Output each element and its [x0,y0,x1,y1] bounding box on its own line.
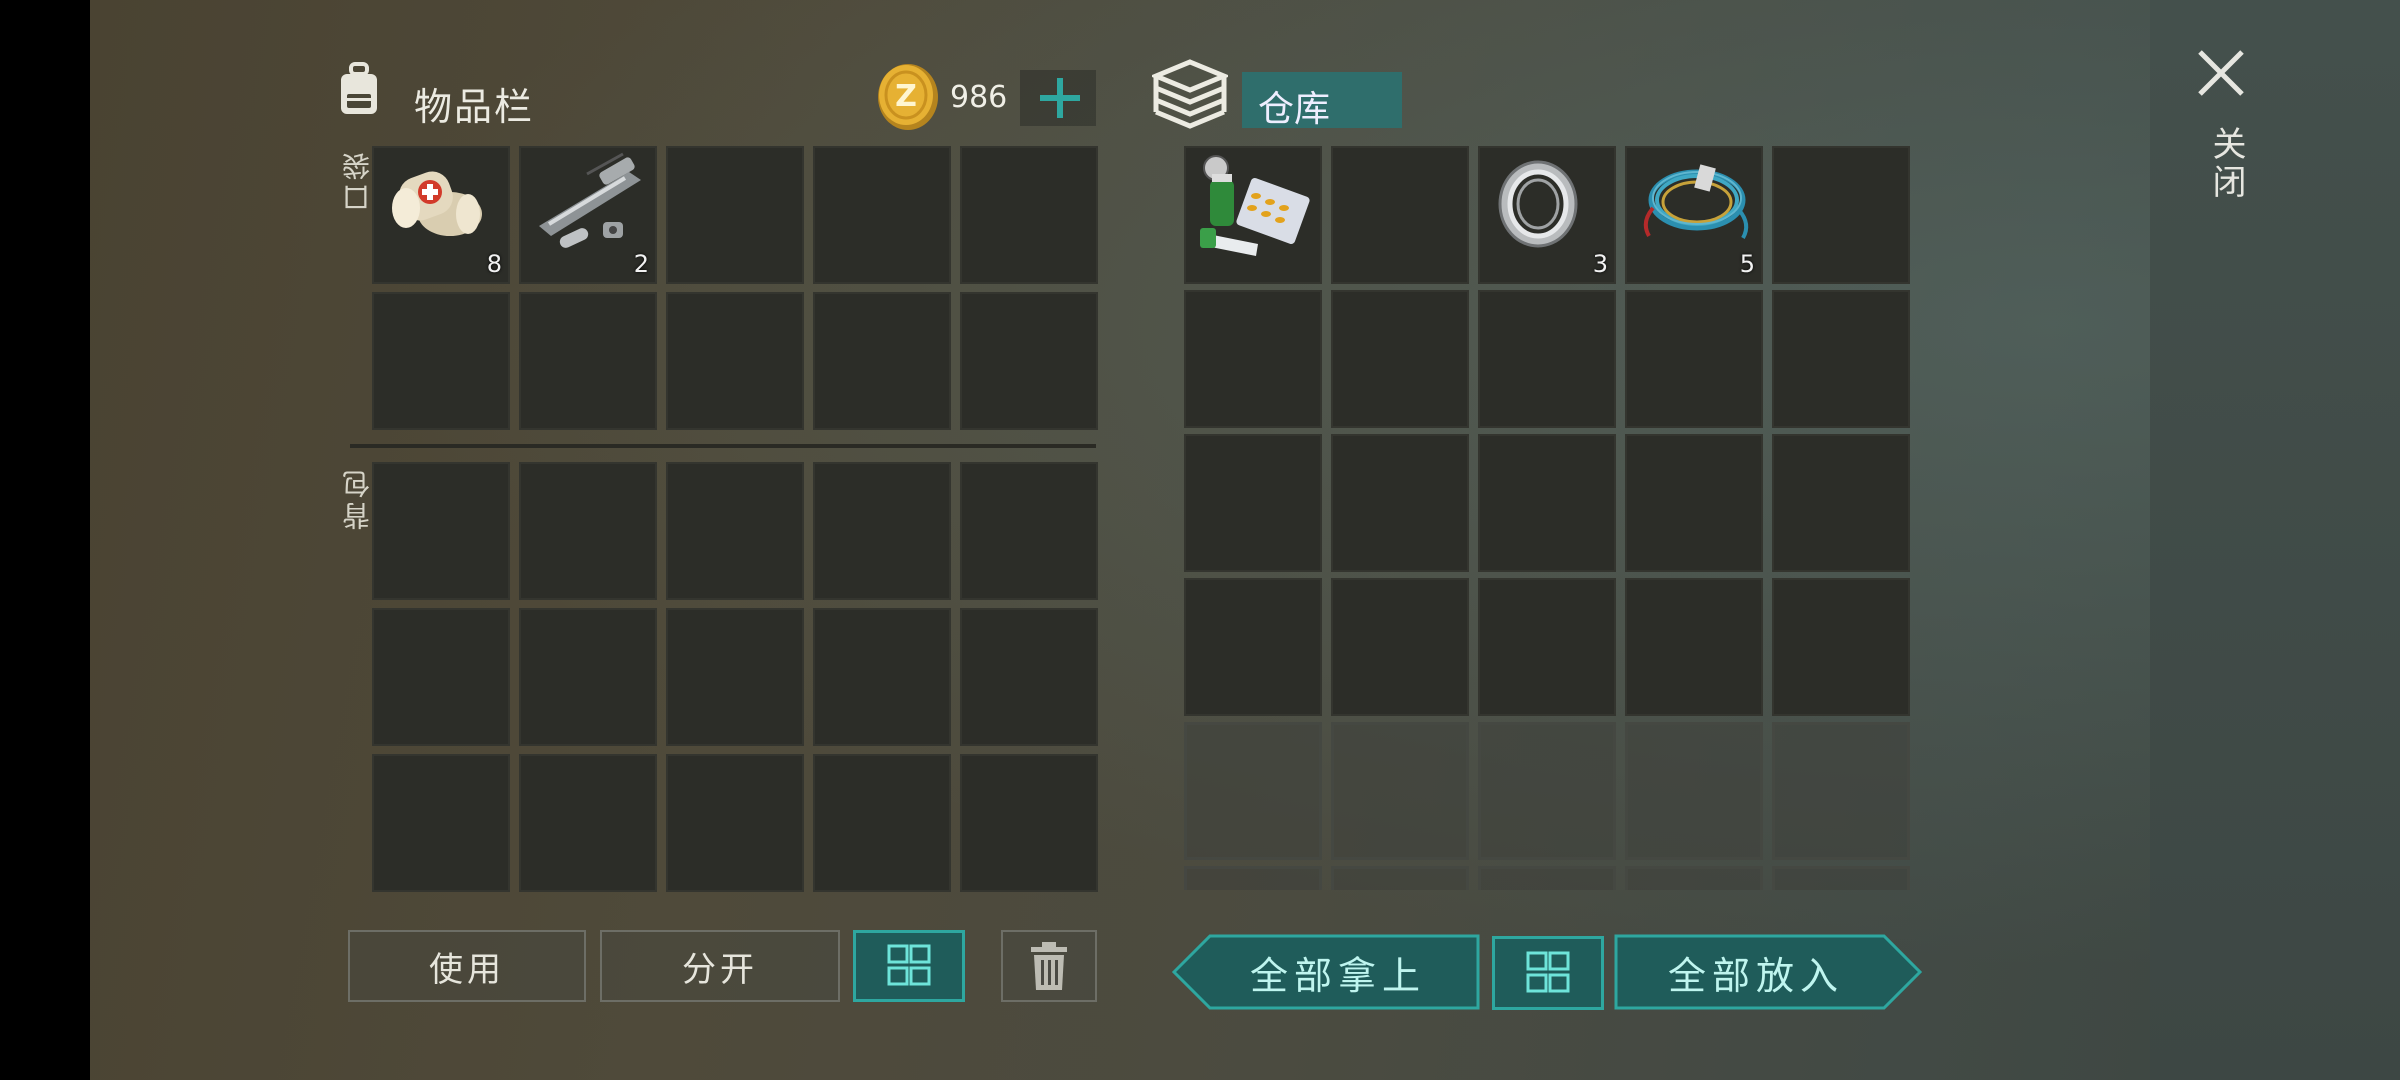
item-count: 3 [1592,250,1608,278]
inventory-slot[interactable] [1184,722,1322,860]
item-slot-weapon-parts[interactable]: 2 [519,146,657,284]
inventory-slot[interactable] [372,292,510,430]
inventory-slot[interactable] [1478,866,1616,890]
coin-icon: Z [876,62,940,132]
inventory-slot[interactable] [1625,434,1763,572]
backpack-icon [338,62,380,118]
inventory-slot[interactable] [960,462,1098,600]
inventory-slot[interactable] [1772,434,1910,572]
inventory-slot[interactable] [666,754,804,892]
inventory-slot[interactable] [960,754,1098,892]
inventory-slot[interactable] [1772,290,1910,428]
pocket-backpack-divider [350,444,1096,448]
inventory-slot[interactable] [1184,866,1322,890]
inventory-slot[interactable] [1331,290,1469,428]
inventory-slot[interactable] [1772,578,1910,716]
inventory-slot[interactable] [1184,434,1322,572]
bandage-icon [382,152,492,256]
coin-count: 986 [950,80,1008,115]
inventory-slot[interactable] [1331,578,1469,716]
plus-icon [1040,78,1080,118]
inventory-slot[interactable] [1184,290,1322,428]
inventory-slot[interactable] [519,754,657,892]
inventory-slot[interactable] [813,292,951,430]
item-slot-bearing[interactable]: 3 [1478,146,1616,284]
inventory-slot[interactable] [960,146,1098,284]
inventory-slot[interactable] [1772,866,1910,890]
inventory-slot[interactable] [1772,722,1910,860]
inventory-slot[interactable] [813,754,951,892]
close-label: 关闭 [2206,126,2246,202]
storage-title-tab[interactable]: 仓库 [1242,72,1402,130]
inventory-slot[interactable] [1772,146,1910,284]
sort-storage-button[interactable] [1492,936,1604,1010]
inventory-slot[interactable] [960,608,1098,746]
right-side-strip [2150,0,2400,1080]
split-button[interactable]: 分开 [600,930,840,1002]
medicine-kit-icon [1194,152,1314,266]
item-slot-bandage[interactable]: 8 [372,146,510,284]
inventory-slot[interactable] [519,292,657,430]
put-all-label: 全部放入 [1667,953,1844,998]
inventory-slot[interactable] [1184,578,1322,716]
storage-grid-overflow [1184,866,1914,890]
inventory-slot[interactable] [666,608,804,746]
item-slot-wire[interactable]: 5 [1625,146,1763,284]
inventory-slot[interactable] [1478,290,1616,428]
trash-icon [1031,942,1067,990]
close-icon [2198,50,2244,96]
inventory-slot[interactable] [372,462,510,600]
item-count: 8 [486,250,502,278]
inventory-slot[interactable] [1331,722,1469,860]
storage-title: 仓库 [1258,89,1331,130]
inventory-slot[interactable] [519,608,657,746]
inventory-slot[interactable] [1625,578,1763,716]
inventory-slot[interactable] [1331,146,1469,284]
inventory-slot[interactable] [1478,722,1616,860]
item-count: 2 [633,250,649,278]
inventory-slot[interactable] [813,146,951,284]
item-count: 5 [1739,250,1755,278]
inventory-slot[interactable] [372,754,510,892]
inventory-slot[interactable] [813,462,951,600]
close-button[interactable]: 关闭 [2190,44,2250,214]
sort-inventory-button[interactable] [853,930,965,1002]
inventory-slot[interactable] [1331,866,1469,890]
grid-sort-icon [1526,951,1570,993]
inventory-slot[interactable] [666,462,804,600]
svg-text:Z: Z [895,79,917,114]
inventory-slot[interactable] [519,462,657,600]
inventory-slot[interactable] [1331,434,1469,572]
bearing-icon [1488,152,1588,256]
inventory-slot[interactable] [1625,290,1763,428]
discard-button[interactable] [1001,930,1097,1002]
inventory-slot[interactable] [1478,434,1616,572]
grid-sort-icon [887,944,931,986]
inventory-slot[interactable] [1625,866,1763,890]
inventory-slot[interactable] [666,146,804,284]
inventory-slot[interactable] [813,608,951,746]
item-slot-medicine-kit[interactable] [1184,146,1322,284]
wire-icon [1635,152,1755,256]
add-coins-button[interactable] [1020,70,1096,126]
take-all-label: 全部拿上 [1249,953,1426,998]
inventory-slot[interactable] [1478,578,1616,716]
inventory-slot[interactable] [372,608,510,746]
weapon-parts-icon [529,152,649,256]
inventory-slot[interactable] [1625,722,1763,860]
inventory-slot[interactable] [960,292,1098,430]
use-button[interactable]: 使用 [348,930,586,1002]
storage-boxes-icon [1149,58,1231,130]
take-all-button[interactable]: 全部拿上 [1172,934,1480,1010]
inventory-title: 物品栏 [414,85,535,129]
inventory-slot[interactable] [666,292,804,430]
put-all-button[interactable]: 全部放入 [1614,934,1922,1010]
